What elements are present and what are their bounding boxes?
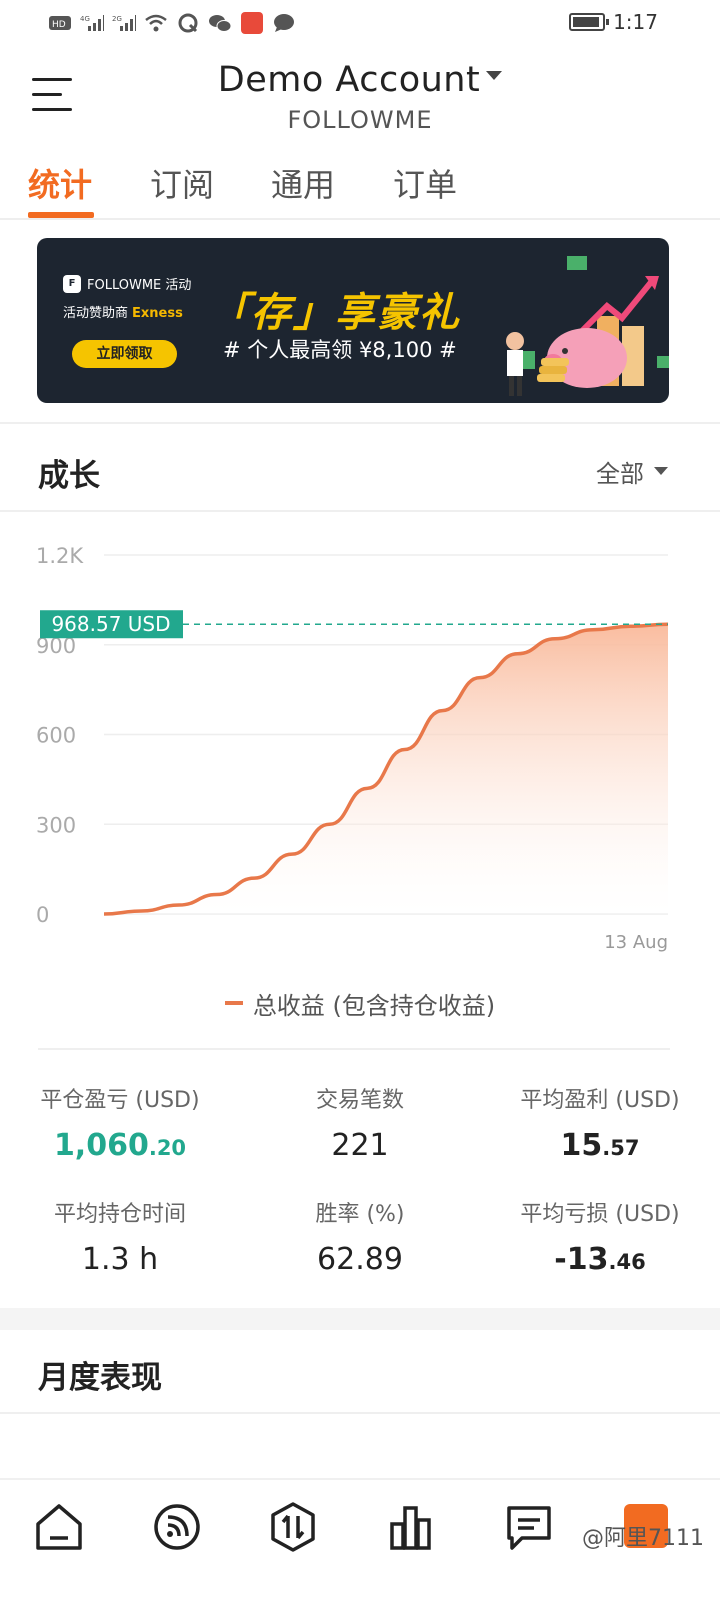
status-bar: HD 4G 2G 1:17 <box>0 0 720 48</box>
stat-trades-label: 交易笔数 <box>315 1088 404 1113</box>
legend-label: 总收益 (包含持仓收益) <box>252 992 496 1020</box>
trade-icon[interactable] <box>266 1500 320 1554</box>
wifi-icon <box>144 12 168 34</box>
signal-4g-icon: 4G <box>80 12 104 34</box>
tab-orders[interactable]: 订单 <box>393 160 457 206</box>
message-icon[interactable] <box>502 1500 556 1554</box>
bottom-nav: @阿里7111 <box>0 1478 720 1600</box>
message-icon <box>272 12 296 34</box>
followme-logo-icon: F <box>63 274 81 293</box>
stat-avg-hold: 平均持仓时间 1.3 h <box>0 1196 240 1277</box>
stat-closed-pl-int: 1,060 <box>53 1128 149 1163</box>
y-tick-label: 0 <box>36 903 49 927</box>
banner-sponsor: 活动赞助商 Exness <box>63 302 183 321</box>
banner-subline: # 个人最高领 ¥8,100 # <box>223 338 457 362</box>
dropdown-caret-icon <box>654 467 668 475</box>
banner-brand-text: FOLLOWME 活动 <box>87 278 192 293</box>
piggy-bank-illustration-icon <box>506 256 669 396</box>
tab-bar: 统计 订阅 通用 订单 <box>0 150 720 220</box>
dropdown-caret-icon <box>486 70 503 80</box>
stat-avg-hold-label: 平均持仓时间 <box>53 1202 186 1227</box>
legend-line-swatch <box>224 1001 243 1005</box>
section-divider <box>0 422 720 424</box>
stat-avg-profit-int: 15 <box>560 1128 603 1163</box>
stat-avg-loss-value: -13.46 <box>480 1242 720 1277</box>
stat-trades: 交易笔数 221 <box>240 1082 480 1163</box>
claim-button[interactable]: 立即领取 <box>72 340 177 368</box>
stat-closed-pl-label: 平仓盈亏 (USD) <box>40 1088 200 1113</box>
current-value-label: 968.57 USD <box>51 612 170 636</box>
tab-subscriptions[interactable]: 订阅 <box>150 160 214 206</box>
status-icons: HD 4G 2G <box>48 12 296 34</box>
account-subtitle: FOLLOWME <box>287 106 433 134</box>
y-tick-label: 300 <box>36 813 76 837</box>
svg-text:4G: 4G <box>80 15 90 23</box>
active-tab-indicator <box>28 212 94 218</box>
stat-win-rate-value: 62.89 <box>317 1242 403 1277</box>
stat-avg-loss-int: -13 <box>554 1242 609 1277</box>
home-icon[interactable] <box>32 1500 86 1554</box>
monthly-title: 月度表现 <box>38 1360 162 1396</box>
stat-avg-loss-dec: .46 <box>608 1250 646 1274</box>
signal-2g-icon: 2G <box>112 12 136 34</box>
section-gap <box>0 1308 720 1330</box>
watermark-text: @阿里7111 <box>582 1526 704 1551</box>
banner-brand: F FOLLOWME 活动 <box>63 274 191 293</box>
stat-closed-pl: 平仓盈亏 (USD) 1,060.20 <box>0 1082 240 1163</box>
app-red-icon <box>240 12 264 34</box>
wechat-icon <box>208 12 232 34</box>
stat-avg-loss: 平均亏损 (USD) -13.46 <box>480 1196 720 1277</box>
svg-text:2G: 2G <box>112 15 122 23</box>
x-tick-label: 13 Aug <box>604 932 668 953</box>
growth-range-dropdown[interactable]: 全部 <box>596 454 668 489</box>
y-tick-label: 1.2K <box>36 544 84 568</box>
hd-icon: HD <box>48 12 72 34</box>
chart-bar-icon[interactable] <box>384 1500 438 1554</box>
stat-avg-loss-label: 平均亏损 (USD) <box>520 1202 680 1227</box>
stat-avg-profit-value: 15.57 <box>480 1128 720 1163</box>
stat-closed-pl-value: 1,060.20 <box>0 1128 240 1163</box>
section-divider <box>38 1048 670 1050</box>
header: Demo Account FOLLOWME <box>0 52 720 148</box>
y-tick-label: 600 <box>36 724 76 748</box>
battery-icon <box>569 13 610 31</box>
stat-avg-profit-label: 平均盈利 (USD) <box>520 1088 680 1113</box>
tab-stats[interactable]: 统计 <box>28 160 92 206</box>
chart-legend: 总收益 (包含持仓收益) <box>0 986 720 1021</box>
section-divider <box>0 1412 720 1414</box>
stat-closed-pl-dec: .20 <box>148 1136 187 1160</box>
banner-sponsor-prefix: 活动赞助商 <box>63 306 129 321</box>
stat-win-rate: 胜率 (%) 62.89 <box>240 1196 480 1277</box>
status-time: 1:17 <box>613 10 658 34</box>
section-divider <box>0 510 720 512</box>
stat-win-rate-label: 胜率 (%) <box>315 1202 405 1227</box>
account-title: Demo Account <box>217 60 481 100</box>
growth-chart[interactable]: 1.2K9006003000968.57 USD13 Aug <box>0 530 720 960</box>
promo-banner[interactable]: F FOLLOWME 活动 活动赞助商 Exness 立即领取 「存」享豪礼 # … <box>37 238 669 403</box>
stat-avg-profit-dec: .57 <box>602 1136 640 1160</box>
feed-icon[interactable] <box>150 1500 204 1554</box>
stat-trades-value: 221 <box>331 1128 389 1163</box>
banner-sponsor-name: Exness <box>132 306 183 321</box>
tab-general[interactable]: 通用 <box>271 160 335 206</box>
svg-text:HD: HD <box>52 20 66 30</box>
stat-avg-hold-value: 1.3 h <box>81 1242 159 1277</box>
q-app-icon <box>176 12 200 34</box>
growth-title: 成长 <box>38 458 100 494</box>
banner-headline: 「存」享豪礼 <box>209 290 461 336</box>
stat-avg-profit: 平均盈利 (USD) 15.57 <box>480 1082 720 1163</box>
growth-range-label: 全部 <box>596 460 644 488</box>
account-selector[interactable]: Demo Account <box>0 60 720 100</box>
